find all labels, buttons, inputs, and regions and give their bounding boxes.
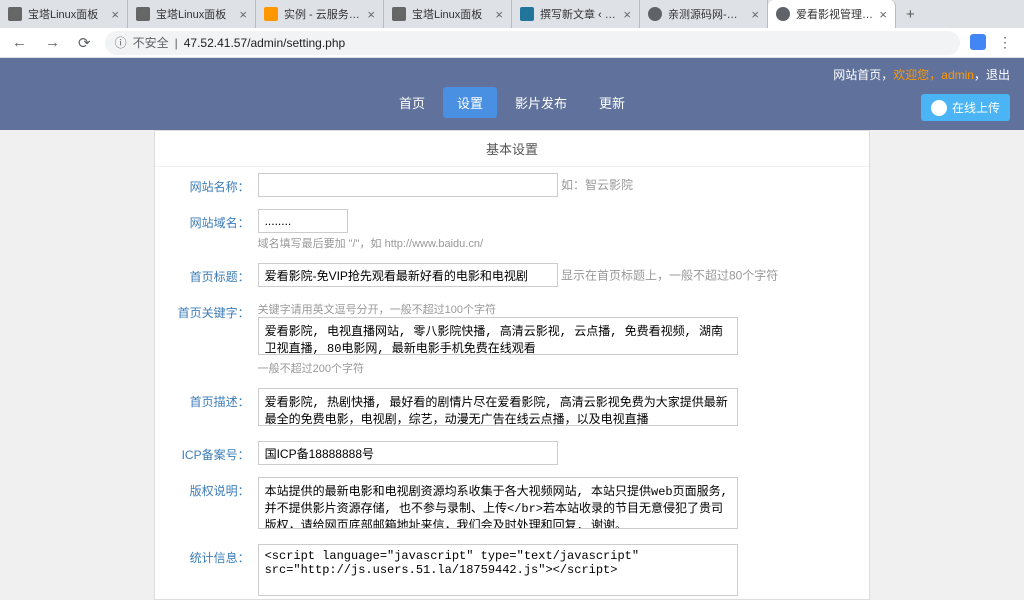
settings-panel: 基本设置 网站名称： 如：智云影院 网站域名： 域名填写最后要加 "/"，如 h…: [154, 130, 871, 600]
input-icp[interactable]: [258, 441, 558, 465]
security-warn-icon: ⓘ: [115, 34, 127, 51]
close-icon[interactable]: ×: [239, 7, 247, 22]
main-nav: 首页 设置 影片发布 更新: [0, 87, 1024, 118]
close-icon[interactable]: ×: [111, 7, 119, 22]
close-icon[interactable]: ×: [367, 7, 375, 22]
logout-link[interactable]: ，退出: [974, 68, 1010, 82]
input-home-title[interactable]: [258, 263, 558, 287]
section-basic: 基本设置: [155, 131, 870, 167]
cloud-upload-icon: [931, 100, 947, 116]
reload-button[interactable]: ⟳: [74, 34, 95, 52]
nav-publish[interactable]: 影片发布: [501, 87, 581, 118]
input-site-name[interactable]: [258, 173, 558, 197]
hint-site-name: 如：智云影院: [561, 178, 633, 192]
nav-home[interactable]: 首页: [385, 87, 439, 118]
top-user-line: 网站首页，欢迎您，admin，退出: [0, 58, 1024, 87]
input-copyright[interactable]: [258, 477, 738, 529]
browser-tab[interactable]: 宝塔Linux面板×: [384, 0, 512, 28]
browser-tab-active[interactable]: 爱看影视管理后台×: [768, 0, 896, 28]
extension-icon[interactable]: [970, 34, 986, 50]
url-text: 47.52.41.57/admin/setting.php: [184, 36, 345, 50]
hint-keywords-below: 一般不超过200个字符: [258, 360, 860, 376]
page-header: 网站首页，欢迎您，admin，退出 首页 设置 影片发布 更新 在线上传: [0, 58, 1024, 130]
address-input[interactable]: ⓘ 不安全 | 47.52.41.57/admin/setting.php: [105, 31, 960, 55]
input-site-domain[interactable]: [258, 209, 348, 233]
browser-tab[interactable]: 亲测源码网-源码之家×: [640, 0, 768, 28]
hint-site-domain: 域名填写最后要加 "/"，如 http://www.baidu.cn/: [258, 235, 860, 251]
forward-button[interactable]: →: [41, 34, 64, 51]
browser-tab[interactable]: 实例 - 云服务器 - 控制台×: [256, 0, 384, 28]
security-label: 不安全: [133, 34, 169, 51]
hint-keywords-above: 关键字请用英文逗号分开，一般不超过100个字符: [258, 301, 860, 317]
label-stats: 统计信息：: [165, 544, 250, 566]
input-home-desc[interactable]: [258, 388, 738, 426]
label-home-desc: 首页描述：: [165, 388, 250, 410]
close-icon[interactable]: ×: [623, 7, 631, 22]
input-stats[interactable]: [258, 544, 738, 596]
upload-button[interactable]: 在线上传: [921, 94, 1010, 121]
browser-address-bar: ← → ⟳ ⓘ 不安全 | 47.52.41.57/admin/setting.…: [0, 28, 1024, 58]
label-home-title: 首页标题：: [165, 263, 250, 285]
nav-settings[interactable]: 设置: [443, 87, 497, 118]
input-home-keywords[interactable]: [258, 317, 738, 355]
browser-tab-strip: 宝塔Linux面板× 宝塔Linux面板× 实例 - 云服务器 - 控制台× 宝…: [0, 0, 1024, 28]
close-icon[interactable]: ×: [879, 7, 887, 22]
label-site-domain: 网站域名：: [165, 209, 250, 231]
new-tab-button[interactable]: +: [896, 1, 925, 28]
hint-home-title: 显示在首页标题上，一般不超过80个字符: [561, 269, 778, 283]
label-copyright: 版权说明：: [165, 477, 250, 499]
label-home-keywords: 首页关键字：: [165, 299, 250, 321]
browser-tab[interactable]: 宝塔Linux面板×: [0, 0, 128, 28]
close-icon[interactable]: ×: [751, 7, 759, 22]
username: admin: [941, 68, 974, 82]
close-icon[interactable]: ×: [495, 7, 503, 22]
label-site-name: 网站名称：: [165, 173, 250, 195]
label-icp: ICP备案号：: [165, 441, 250, 463]
menu-icon[interactable]: ⋮: [994, 34, 1016, 51]
browser-tab[interactable]: 宝塔Linux面板×: [128, 0, 256, 28]
browser-tab[interactable]: 撰写新文章 ‹ 亲测源码网 — Wo...×: [512, 0, 640, 28]
back-button[interactable]: ←: [8, 34, 31, 51]
nav-update[interactable]: 更新: [585, 87, 639, 118]
